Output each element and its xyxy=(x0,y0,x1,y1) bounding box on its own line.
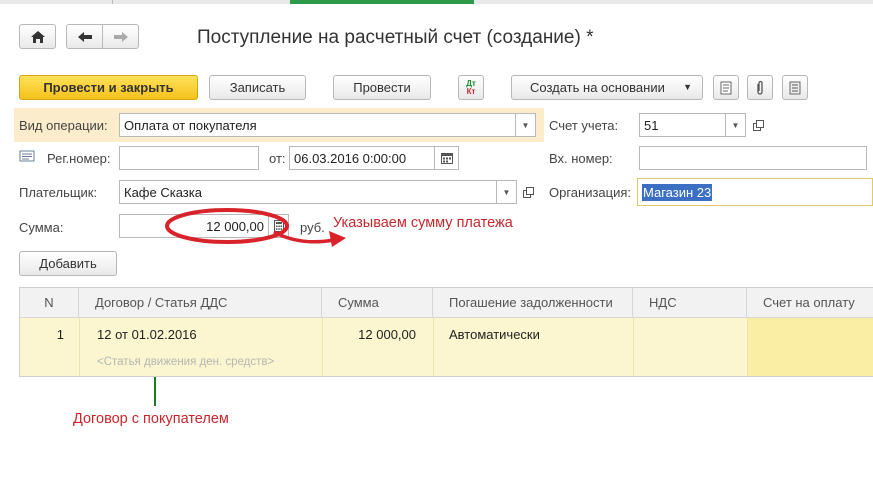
list-button[interactable] xyxy=(782,75,808,100)
paperclip-icon xyxy=(757,80,763,95)
column-header-sum[interactable]: Сумма xyxy=(322,288,433,318)
post-button[interactable]: Провести xyxy=(333,75,431,100)
table-header: N Договор / Статья ДДС Сумма Погашение з… xyxy=(20,288,873,318)
calendar-icon xyxy=(440,152,453,164)
print-button[interactable] xyxy=(713,75,739,100)
payment-table: N Договор / Статья ДДС Сумма Погашение з… xyxy=(19,287,873,377)
calculator-button[interactable] xyxy=(269,214,289,238)
column-header-repayment[interactable]: Погашение задолженности xyxy=(433,288,633,318)
column-header-n[interactable]: N xyxy=(20,288,79,318)
back-button[interactable] xyxy=(66,24,103,49)
table-row[interactable]: 1 12 от 01.02.2016 <Статья движения ден.… xyxy=(20,318,873,376)
calendar-button[interactable] xyxy=(435,146,459,170)
incoming-number-input[interactable] xyxy=(639,146,867,170)
create-based-on-button[interactable]: Создать на основании ▼ xyxy=(511,75,703,100)
sum-input[interactable]: 12 000,00 xyxy=(119,214,269,238)
date-input[interactable]: 06.03.2016 0:00:00 xyxy=(289,146,435,170)
payer-dropdown[interactable]: ▼ xyxy=(497,180,517,204)
payer-input[interactable]: Кафе Сказка xyxy=(119,180,497,204)
account-dropdown[interactable]: ▼ xyxy=(726,113,746,137)
save-button[interactable]: Записать xyxy=(209,75,306,100)
document-icon xyxy=(720,81,732,94)
dt-kt-button[interactable]: Дт Кт xyxy=(458,75,484,100)
organization-input[interactable]: Магазин 23 xyxy=(637,178,873,206)
open-window-icon xyxy=(752,119,764,131)
sum-annotation-arrow-head xyxy=(329,231,346,247)
organization-label: Организация: xyxy=(549,185,632,200)
payer-label: Плательщик: xyxy=(19,185,98,200)
repayment-cell[interactable]: Автоматически xyxy=(449,327,540,342)
account-field[interactable]: 51 xyxy=(639,113,726,137)
organization-value: Магазин 23 xyxy=(642,183,713,201)
reg-number-icon xyxy=(19,150,35,165)
contract-cell[interactable]: 12 от 01.02.2016 xyxy=(97,327,197,342)
reg-number-input[interactable] xyxy=(119,146,259,170)
reg-number-label: Рег.номер: xyxy=(47,151,111,166)
open-window-icon xyxy=(522,186,534,198)
annotation-layer xyxy=(68,208,346,406)
top-tab-strip xyxy=(0,0,873,4)
date-label: от: xyxy=(269,151,286,166)
operation-label: Вид операции: xyxy=(19,118,108,133)
post-and-close-button[interactable]: Провести и закрыть xyxy=(19,75,198,100)
caret-down-icon: ▼ xyxy=(521,120,530,130)
row-number: 1 xyxy=(56,327,64,342)
sum-annotation-text: Указываем сумму платежа xyxy=(333,215,513,231)
sum-label: Сумма: xyxy=(19,220,64,235)
account-label: Счет учета: xyxy=(549,118,619,133)
arrow-left-icon xyxy=(77,31,92,42)
payer-open-button[interactable] xyxy=(518,180,538,204)
kt-icon-label: Кт xyxy=(466,86,476,96)
invoice-cell-bg xyxy=(747,318,873,376)
list-icon xyxy=(789,81,801,94)
caret-down-icon: ▼ xyxy=(502,187,511,197)
arrow-right-icon xyxy=(113,31,128,42)
attach-button[interactable] xyxy=(747,75,773,100)
create-based-on-label: Создать на основании xyxy=(530,80,665,95)
forward-button[interactable] xyxy=(102,24,139,49)
caret-down-icon: ▼ xyxy=(683,82,692,92)
column-header-contract[interactable]: Договор / Статья ДДС xyxy=(79,288,322,318)
calculator-icon xyxy=(273,220,284,232)
contract-annotation-text: Договор с покупателем xyxy=(73,411,229,427)
active-tab-indicator xyxy=(290,0,474,4)
operation-select[interactable]: Оплата от покупателя xyxy=(119,113,516,137)
currency-label: руб. xyxy=(300,220,325,235)
home-icon xyxy=(30,30,45,43)
page-title: Поступление на расчетный счет (создание)… xyxy=(197,27,594,48)
home-button[interactable] xyxy=(19,24,56,49)
account-open-button[interactable] xyxy=(748,113,768,137)
caret-down-icon: ▼ xyxy=(731,120,740,130)
operation-dropdown[interactable]: ▼ xyxy=(516,113,536,137)
sum-cell[interactable]: 12 000,00 xyxy=(322,327,416,342)
column-header-vat[interactable]: НДС xyxy=(633,288,747,318)
incoming-number-label: Вх. номер: xyxy=(549,151,613,166)
add-row-button[interactable]: Добавить xyxy=(19,251,117,276)
cash-flow-item-placeholder[interactable]: <Статья движения ден. средств> xyxy=(97,356,274,368)
column-header-invoice[interactable]: Счет на оплату xyxy=(747,288,873,318)
